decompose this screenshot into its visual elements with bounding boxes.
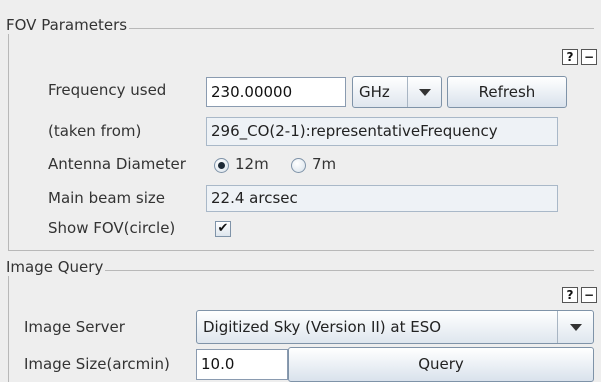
image-server-select[interactable]: Digitized Sky (Version II) at ESO bbox=[196, 310, 594, 344]
fov-group-border-left bbox=[8, 28, 9, 250]
frequency-unit-value: GHz bbox=[359, 83, 390, 101]
show-fov-label: Show FOV(circle) bbox=[48, 219, 176, 237]
image-size-label: Image Size(arcmin) bbox=[24, 355, 170, 373]
show-fov-checkbox[interactable]: ✔ bbox=[215, 221, 231, 237]
antenna-option-12m-label[interactable]: 12m bbox=[235, 155, 269, 173]
frequency-input[interactable]: 230.00000 bbox=[206, 77, 346, 107]
fov-help-button[interactable]: ? bbox=[562, 49, 578, 65]
image-query-help-button[interactable]: ? bbox=[562, 287, 578, 303]
taken-from-value: 296_CO(2-1):representativeFrequency bbox=[206, 117, 558, 146]
image-server-label: Image Server bbox=[24, 318, 125, 336]
image-query-group-border-left bbox=[8, 270, 9, 382]
frequency-label: Frequency used bbox=[48, 81, 167, 99]
query-button[interactable]: Query bbox=[288, 347, 594, 382]
beam-size-value: 22.4 arcsec bbox=[206, 185, 558, 212]
chevron-down-icon bbox=[407, 77, 441, 107]
fov-collapse-button[interactable]: − bbox=[581, 49, 597, 65]
radio-selected-icon[interactable] bbox=[214, 158, 229, 173]
fov-group-border-bottom bbox=[8, 250, 594, 251]
image-query-collapse-button[interactable]: − bbox=[581, 287, 597, 303]
refresh-button[interactable]: Refresh bbox=[447, 76, 567, 108]
taken-from-label: (taken from) bbox=[48, 122, 142, 140]
image-query-group-title: Image Query bbox=[4, 258, 106, 276]
image-size-input[interactable]: 10.0 bbox=[196, 349, 288, 380]
fov-group-title: FOV Parameters bbox=[4, 16, 130, 34]
antenna-diameter-label: Antenna Diameter bbox=[48, 155, 186, 173]
antenna-option-7m-label[interactable]: 7m bbox=[312, 155, 336, 173]
chevron-down-icon bbox=[557, 311, 593, 343]
image-server-value: Digitized Sky (Version II) at ESO bbox=[203, 318, 442, 336]
radio-unselected-icon[interactable] bbox=[291, 158, 306, 173]
beam-size-label: Main beam size bbox=[48, 189, 165, 207]
frequency-unit-select[interactable]: GHz bbox=[352, 76, 442, 108]
